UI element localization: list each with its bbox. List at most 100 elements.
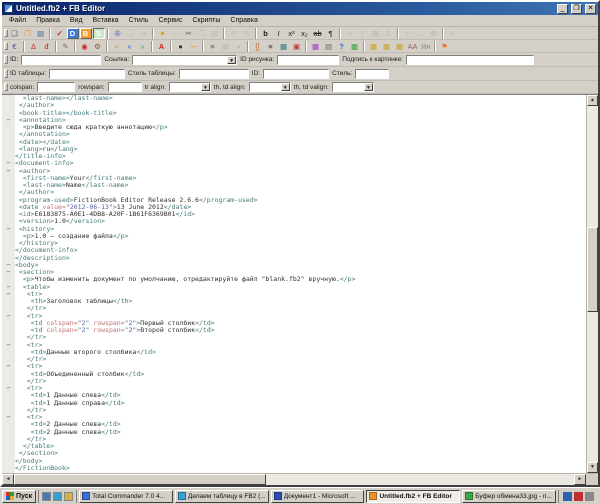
italic-icon[interactable]: I [273, 28, 285, 39]
source-line[interactable]: <td>1 Данные справа</td> [2, 400, 586, 407]
source-line[interactable]: </table> [2, 443, 586, 450]
task-button[interactable]: Total Commander 7.0 4... [79, 490, 173, 503]
source-line[interactable]: </description> [2, 255, 586, 262]
task-button[interactable]: Документ1 - Microsoft ... [271, 490, 365, 503]
tray-language-icon[interactable] [563, 492, 572, 501]
tray-volume-icon[interactable] [585, 492, 594, 501]
strikethrough-icon[interactable]: ab [312, 28, 324, 39]
style-input[interactable] [355, 69, 389, 79]
cite-icon[interactable]: [] [252, 41, 264, 52]
redo-icon[interactable]: ↷ [241, 28, 253, 39]
bullet-icon[interactable]: ● [175, 41, 187, 52]
cut-icon[interactable]: ✂ [183, 28, 195, 39]
search-icon[interactable]: ○ [170, 28, 182, 39]
target-icon[interactable]: ◉ [79, 41, 91, 52]
source-line[interactable]: <th>Заголовок таблицы</th> [2, 298, 586, 305]
href-combo[interactable]: ▼ [132, 55, 237, 65]
rowspan-input[interactable] [108, 82, 142, 92]
source-line[interactable]: <last-name></last-name> [2, 95, 586, 102]
image-icon[interactable]: ▩ [349, 41, 361, 52]
quick-launch-desktop-icon[interactable] [42, 492, 51, 501]
horizontal-scroll-track[interactable] [14, 474, 574, 485]
scroll-right-icon[interactable]: ► [574, 474, 586, 485]
profile-icon[interactable]: ✿ [428, 28, 440, 39]
insert-row-icon[interactable]: ▦ [368, 41, 380, 52]
source-line[interactable]: </document-info> [2, 247, 586, 254]
euro-icon[interactable]: € [9, 41, 21, 52]
colspan-input[interactable] [37, 82, 75, 92]
horizontal-scroll-thumb[interactable] [14, 474, 266, 485]
close-button[interactable]: ✕ [585, 4, 596, 14]
chevron-down-icon[interactable]: ▼ [281, 83, 290, 91]
menu-item-7[interactable]: Справка [225, 17, 262, 24]
source-line[interactable]: −<document-info> [2, 160, 586, 167]
menu-item-1[interactable]: Правка [31, 17, 65, 24]
source-line[interactable]: <version>1.0</version> [2, 218, 586, 225]
squiggle-icon[interactable]: ∼ [188, 41, 200, 52]
source-code-area[interactable]: <last-name></last-name> </author> <book-… [2, 95, 586, 473]
source-line[interactable]: <p>Чтобы изменить документ по умолчанию,… [2, 276, 586, 283]
fold-marker-icon[interactable]: − [2, 385, 15, 392]
source-line[interactable]: <p>Введите сюда краткую аннотацию</p> [2, 124, 586, 131]
list-icon[interactable]: ≡ [207, 41, 219, 52]
fold-marker-icon[interactable]: − [2, 117, 15, 124]
code-view-icon[interactable]: ¶ [325, 28, 337, 39]
source-line[interactable]: <lang>ru</lang> [2, 146, 586, 153]
body-mode-button[interactable]: B [80, 28, 92, 39]
image-id-input[interactable] [277, 55, 339, 65]
fold-marker-icon[interactable]: − [2, 363, 15, 370]
source-line[interactable]: </section> [2, 450, 586, 457]
bold-icon[interactable]: b [260, 28, 272, 39]
paste-icon[interactable]: ▤ [209, 28, 221, 39]
source-line[interactable]: </body> [2, 458, 586, 465]
source-line[interactable]: </history> [2, 240, 586, 247]
sort-icon[interactable]: ↕ [402, 28, 414, 39]
letter-case-icon[interactable]: AA [407, 41, 419, 52]
language-icon[interactable]: Яя [420, 41, 432, 52]
tag-blue-icon[interactable]: « [124, 41, 136, 52]
go-icon[interactable]: » [233, 41, 245, 52]
new-file-icon[interactable]: ❏ [9, 28, 21, 39]
source-line[interactable]: </FictionBook> [2, 465, 586, 472]
menu-item-2[interactable]: Вид [65, 17, 88, 24]
flag-icon[interactable]: ⚑ [439, 41, 451, 52]
source-line[interactable]: <td>Объединенный столбик</td> [2, 371, 586, 378]
menu-item-4[interactable]: Стиль [124, 17, 154, 24]
source-line[interactable]: <td>Данные второго столбика</td> [2, 349, 586, 356]
fold-marker-icon[interactable]: − [2, 269, 15, 276]
task-button[interactable]: Буфер обмена33.jpg - п... [462, 490, 556, 503]
source-line[interactable]: </annotation> [2, 131, 586, 138]
source-line[interactable]: <td colspan="2" rowspan="2">Второй столб… [2, 327, 586, 334]
fold-marker-icon[interactable]: − [2, 414, 15, 421]
superscript-icon[interactable]: x² [286, 28, 298, 39]
vertical-scroll-track[interactable] [587, 106, 598, 462]
caption-input[interactable] [406, 55, 534, 65]
spellcheck-icon[interactable]: ✓ [447, 28, 459, 39]
fold-marker-icon[interactable]: − [2, 226, 15, 233]
id-input[interactable] [21, 55, 101, 65]
source-line[interactable]: <td>2 Данные слева</td> [2, 429, 586, 436]
wrench-icon[interactable]: ⚙ [92, 41, 104, 52]
scroll-up-icon[interactable]: ▲ [587, 95, 598, 106]
insert-footnote-icon[interactable]: † [357, 28, 369, 39]
font-color-icon[interactable]: A [156, 41, 168, 52]
chevron-down-icon[interactable]: ▼ [364, 83, 373, 91]
titlebar[interactable]: Untitled.fb2 + FB Editor _ ❐ ✕ [2, 2, 598, 15]
source-line[interactable]: <p>1.0 — создание файла</p> [2, 233, 586, 240]
source-mode-button[interactable]: S [93, 28, 105, 39]
horizontal-scrollbar[interactable]: ◄ ► [2, 473, 598, 485]
pencil-icon[interactable]: ✎ [60, 41, 72, 52]
table-icon[interactable]: ▦ [278, 41, 290, 52]
delta-icon[interactable]: Δ [28, 41, 40, 52]
thtd-valign-combo[interactable]: ▼ [332, 82, 374, 92]
menu-item-5[interactable]: Сервис [153, 17, 187, 24]
copy-icon[interactable]: ❐ [196, 28, 208, 39]
quick-launch-explorer-icon[interactable] [64, 492, 73, 501]
cell-fill-icon[interactable]: ▣ [291, 41, 303, 52]
stroke-d-icon[interactable]: đ [41, 41, 53, 52]
more-icon[interactable]: … [415, 28, 427, 39]
source-line[interactable]: </tr> [2, 356, 586, 363]
open-folder-icon[interactable]: ❐ [22, 28, 34, 39]
merge-cells-icon[interactable]: ▦ [381, 41, 393, 52]
help-icon[interactable]: ? [336, 41, 348, 52]
